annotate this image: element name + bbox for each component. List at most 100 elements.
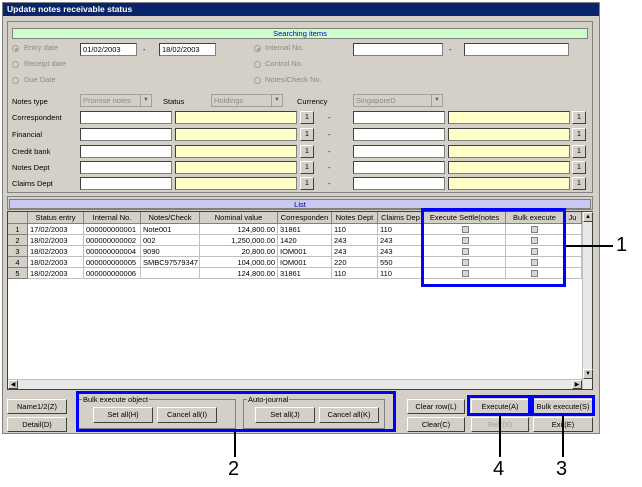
lookup-range-dash: - xyxy=(328,147,331,156)
entry-date-radio[interactable] xyxy=(12,45,19,52)
table-cell[interactable]: 550 xyxy=(378,257,424,268)
control-no-radio[interactable] xyxy=(254,61,261,68)
table-cell[interactable]: 1420 xyxy=(278,235,332,246)
lookup-to-button[interactable]: 1 xyxy=(572,145,586,158)
scroll-up-icon[interactable]: ▲ xyxy=(583,212,593,222)
table-cell[interactable]: IOM001 xyxy=(278,257,332,268)
table-cell[interactable]: 002 xyxy=(141,235,200,246)
entry-date-label: Entry date xyxy=(24,43,59,52)
number-to-input[interactable] xyxy=(464,43,569,56)
table-cell[interactable]: 243 xyxy=(378,246,424,257)
chevron-down-icon: ▼ xyxy=(271,95,282,106)
status-select[interactable]: Holdings ▼ xyxy=(211,94,283,107)
lookup-to-button[interactable]: 1 xyxy=(572,177,586,190)
internal-no-radio[interactable] xyxy=(254,45,261,52)
lookup-to-button[interactable]: 1 xyxy=(572,111,586,124)
receipt-date-radio[interactable] xyxy=(12,61,19,68)
column-header[interactable]: Status entry xyxy=(28,212,84,224)
lookup-to-name-field xyxy=(448,177,570,190)
table-cell[interactable] xyxy=(141,268,200,279)
row-number[interactable]: 2 xyxy=(8,235,28,246)
lookup-to-code-input[interactable] xyxy=(353,111,445,124)
lookup-from-code-input[interactable] xyxy=(80,128,172,141)
table-cell[interactable]: 104,000.00 xyxy=(200,257,278,268)
horizontal-scrollbar[interactable]: ◀ ▶ xyxy=(8,379,582,389)
currency-select[interactable]: SingaporeD ▼ xyxy=(353,94,443,107)
table-cell[interactable]: IOM001 xyxy=(278,246,332,257)
lookup-from-code-input[interactable] xyxy=(80,177,172,190)
scroll-down-icon[interactable]: ▼ xyxy=(583,369,593,379)
table-cell[interactable]: 220 xyxy=(332,257,378,268)
table-cell xyxy=(564,257,582,268)
clear-button[interactable]: Clear(C) xyxy=(407,417,465,432)
table-cell[interactable]: 243 xyxy=(332,235,378,246)
table-cell[interactable]: 31861 xyxy=(278,268,332,279)
table-cell[interactable]: 110 xyxy=(332,268,378,279)
table-cell[interactable]: 18/02/2003 xyxy=(28,268,84,279)
table-cell[interactable]: 18/02/2003 xyxy=(28,257,84,268)
table-cell[interactable]: 18/02/2003 xyxy=(28,246,84,257)
number-from-input[interactable] xyxy=(353,43,443,56)
row-number[interactable]: 5 xyxy=(8,268,28,279)
lookup-to-code-input[interactable] xyxy=(353,161,445,174)
vertical-scrollbar[interactable]: ▲ ▼ xyxy=(582,212,593,389)
table-cell[interactable]: 000000000002 xyxy=(84,235,141,246)
table-cell[interactable]: 17/02/2003 xyxy=(28,224,84,235)
column-header[interactable]: Notes Dept xyxy=(332,212,378,224)
lookup-from-button[interactable]: 1 xyxy=(300,145,314,158)
lookup-from-code-input[interactable] xyxy=(80,145,172,158)
table-cell[interactable]: 243 xyxy=(332,246,378,257)
column-header[interactable]: Claims Dep xyxy=(378,212,424,224)
date-from-input[interactable]: 01/02/2003 xyxy=(80,43,137,56)
table-cell[interactable]: 243 xyxy=(378,235,424,246)
column-header[interactable]: Internal No. xyxy=(84,212,141,224)
notes-check-no-radio[interactable] xyxy=(254,77,261,84)
lookup-from-button[interactable]: 1 xyxy=(300,128,314,141)
table-cell[interactable]: 9090 xyxy=(141,246,200,257)
table-cell[interactable]: 110 xyxy=(332,224,378,235)
callout-line-2 xyxy=(234,432,236,457)
clear-row-button[interactable]: Clear row(L) xyxy=(407,399,465,414)
table-cell[interactable]: 31861 xyxy=(278,224,332,235)
lookup-from-button[interactable]: 1 xyxy=(300,161,314,174)
lookup-to-code-input[interactable] xyxy=(353,177,445,190)
date-to-input[interactable]: 18/02/2003 xyxy=(159,43,216,56)
name-toggle-button[interactable]: Name1/2(Z) xyxy=(7,399,67,414)
callout-box-1 xyxy=(421,208,566,287)
table-cell[interactable]: 18/02/2003 xyxy=(28,235,84,246)
table-cell[interactable]: 110 xyxy=(378,268,424,279)
table-cell xyxy=(564,246,582,257)
table-cell xyxy=(564,268,582,279)
lookup-from-button[interactable]: 1 xyxy=(300,111,314,124)
column-header[interactable]: Corresponden xyxy=(278,212,332,224)
table-cell[interactable]: 20,800.00 xyxy=(200,246,278,257)
table-cell[interactable]: 124,800.00 xyxy=(200,224,278,235)
detail-button[interactable]: Detail(D) xyxy=(7,417,67,432)
lookup-to-code-input[interactable] xyxy=(353,128,445,141)
table-cell[interactable]: 000000000005 xyxy=(84,257,141,268)
notes-type-select[interactable]: Promise notes ▼ xyxy=(80,94,152,107)
row-number[interactable]: 4 xyxy=(8,257,28,268)
table-cell[interactable]: SMBC97579347 xyxy=(141,257,200,268)
table-cell[interactable]: 000000000001 xyxy=(84,224,141,235)
table-cell[interactable]: 000000000004 xyxy=(84,246,141,257)
scroll-left-icon[interactable]: ◀ xyxy=(8,380,18,389)
row-number[interactable]: 1 xyxy=(8,224,28,235)
table-cell[interactable]: 1,250,000.00 xyxy=(200,235,278,246)
table-cell[interactable]: 124,800.00 xyxy=(200,268,278,279)
table-cell[interactable]: 000000000006 xyxy=(84,268,141,279)
lookup-to-button[interactable]: 1 xyxy=(572,128,586,141)
lookup-from-code-input[interactable] xyxy=(80,111,172,124)
table-cell[interactable]: 110 xyxy=(378,224,424,235)
lookup-from-button[interactable]: 1 xyxy=(300,177,314,190)
column-header[interactable]: Nominal value xyxy=(200,212,278,224)
column-header[interactable]: Ju xyxy=(564,212,582,224)
column-header[interactable]: Notes/Check xyxy=(141,212,200,224)
table-cell[interactable]: Note001 xyxy=(141,224,200,235)
due-date-radio[interactable] xyxy=(12,77,19,84)
lookup-from-code-input[interactable] xyxy=(80,161,172,174)
scroll-right-icon[interactable]: ▶ xyxy=(572,380,582,389)
row-number[interactable]: 3 xyxy=(8,246,28,257)
lookup-to-button[interactable]: 1 xyxy=(572,161,586,174)
lookup-to-code-input[interactable] xyxy=(353,145,445,158)
